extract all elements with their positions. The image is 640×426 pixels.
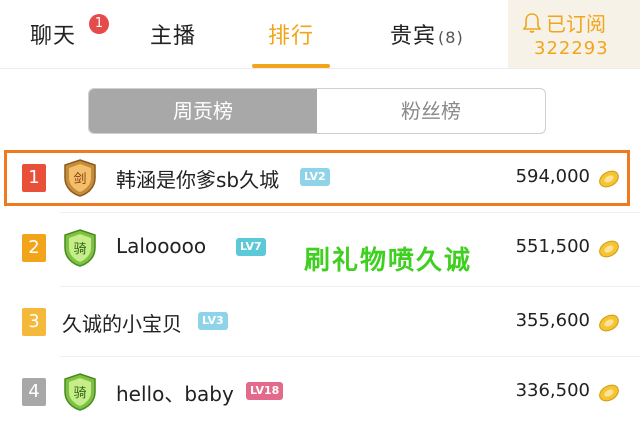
bell-icon bbox=[522, 12, 542, 33]
tab-vip-label: 贵宾 bbox=[390, 24, 437, 49]
row-divider bbox=[60, 212, 640, 213]
level-badge: LV7 bbox=[236, 238, 266, 256]
row-divider bbox=[60, 286, 640, 287]
svg-text:骑: 骑 bbox=[73, 242, 86, 257]
segment-fans[interactable]: 粉丝榜 bbox=[317, 89, 545, 133]
rank-number: 3 bbox=[22, 308, 46, 336]
tab-ranking-label: 排行 bbox=[268, 24, 315, 49]
highlight-box bbox=[4, 150, 630, 206]
gold-ingot-icon bbox=[599, 314, 619, 332]
tab-chat-label: 聊天 bbox=[30, 24, 77, 49]
ranking-row-4[interactable]: 4 骑 hello、baby LV18 336,500 bbox=[0, 360, 640, 426]
level-badge: LV3 bbox=[198, 312, 228, 330]
contribution-amount: 551,500 bbox=[515, 236, 590, 257]
subscribe-label: 已订阅 bbox=[546, 12, 606, 36]
gold-ingot-icon bbox=[599, 384, 619, 402]
active-tab-indicator bbox=[252, 64, 330, 68]
rider-shield-icon: 骑 bbox=[64, 229, 96, 267]
tab-host[interactable]: 主播 bbox=[150, 18, 196, 50]
contribution-amount: 336,500 bbox=[515, 380, 590, 401]
rank-number: 2 bbox=[22, 234, 46, 262]
chat-unread-badge: 1 bbox=[89, 14, 109, 34]
overlay-promo-text: 刷礼物喷久诚 bbox=[304, 246, 473, 276]
row-divider bbox=[60, 356, 640, 357]
tab-vip[interactable]: 贵宾 (8) bbox=[390, 18, 464, 50]
ranking-segment-control: 周贡榜 粉丝榜 bbox=[88, 88, 546, 134]
svg-text:骑: 骑 bbox=[73, 386, 86, 401]
tab-vip-count: (8) bbox=[438, 28, 464, 47]
contribution-amount: 355,600 bbox=[515, 310, 590, 331]
ranking-row-3[interactable]: 3 久诚的小宝贝 LV3 355,600 bbox=[0, 290, 640, 356]
top-tab-bar: 聊天 1 主播 排行 贵宾 (8) 已订阅 322293 bbox=[0, 0, 640, 69]
tab-host-label: 主播 bbox=[150, 24, 197, 49]
user-name: 久诚的小宝贝 bbox=[62, 312, 182, 336]
tab-ranking[interactable]: 排行 bbox=[268, 18, 314, 50]
level-badge: LV18 bbox=[246, 382, 284, 400]
tab-chat[interactable]: 聊天 bbox=[30, 18, 76, 50]
rider-shield-icon: 骑 bbox=[64, 373, 96, 411]
user-name: Lalooooo bbox=[116, 234, 207, 258]
user-name: hello、baby bbox=[116, 382, 234, 406]
rank-number: 4 bbox=[22, 378, 46, 406]
segment-weekly[interactable]: 周贡榜 bbox=[89, 89, 317, 133]
subscribe-button[interactable]: 已订阅 322293 bbox=[508, 0, 640, 68]
subscriber-count: 322293 bbox=[534, 38, 609, 59]
gold-ingot-icon bbox=[599, 240, 619, 258]
